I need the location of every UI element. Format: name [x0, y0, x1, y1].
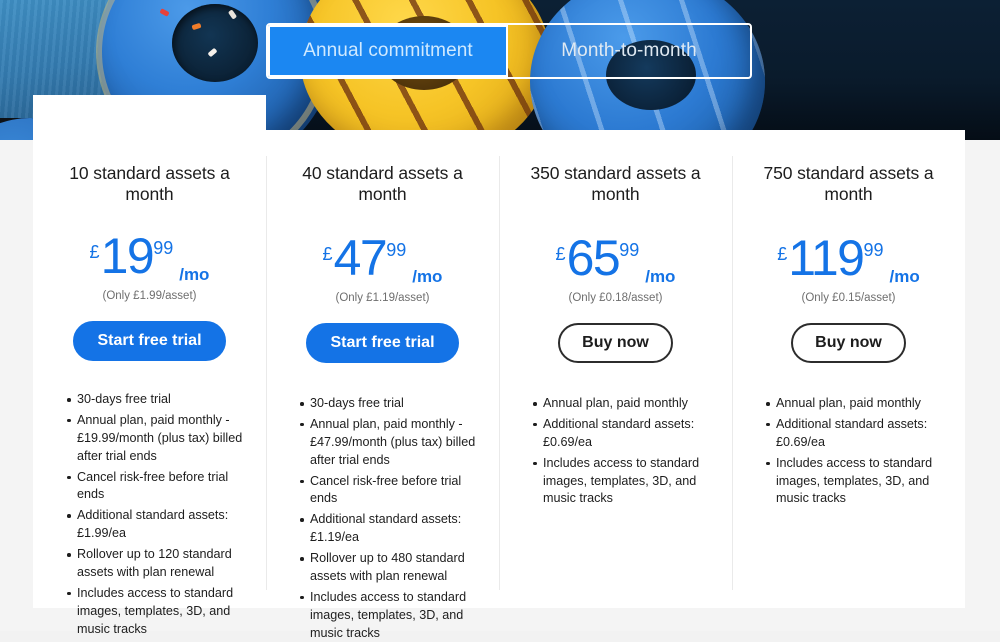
pricing-card: 10 standard assets a month £ 19 99 /mo (… — [33, 95, 266, 636]
pricing-cards: 10 standard assets a month £ 19 99 /mo (… — [33, 95, 1000, 640]
list-item: Rollover up to 120 standard assets with … — [67, 546, 248, 582]
list-item: Additional standard assets: £0.69/ea — [533, 416, 714, 452]
list-item: Additional standard assets: £1.19/ea — [300, 511, 481, 547]
price-amount: 19 — [100, 228, 155, 284]
list-item: Annual plan, paid monthly - £47.99/month… — [300, 416, 481, 470]
pricing-page: Annual commitment Month-to-month 10 stan… — [0, 0, 1000, 640]
currency-symbol: £ — [322, 244, 333, 264]
price-cents: 99 — [386, 240, 407, 260]
feature-list: 30-days free trial Annual plan, paid mon… — [284, 395, 481, 642]
price-period: /mo — [645, 266, 676, 286]
plan-price: £ 47 99 /mo (Only £1.19/asset) — [284, 230, 481, 309]
list-item: Includes access to standard images, temp… — [300, 589, 481, 642]
price-period: /mo — [889, 266, 920, 286]
currency-symbol: £ — [555, 244, 566, 264]
plan-price: £ 19 99 /mo (Only £1.99/asset) — [51, 228, 248, 307]
price-amount: 47 — [333, 230, 388, 286]
currency-symbol: £ — [777, 244, 788, 264]
price-amount: 65 — [566, 230, 621, 286]
price-period: /mo — [179, 264, 210, 284]
plan-title: 10 standard assets a month — [69, 163, 230, 204]
price-per-asset-note: (Only £1.19/asset) — [335, 291, 430, 304]
currency-symbol: £ — [89, 242, 100, 262]
price-per-asset-note: (Only £0.18/asset) — [568, 291, 663, 304]
feature-list: 30-days free trial Annual plan, paid mon… — [51, 391, 248, 638]
tab-annual-commitment[interactable]: Annual commitment — [268, 25, 508, 77]
list-item: Cancel risk-free before trial ends — [300, 473, 481, 509]
buy-now-button[interactable]: Buy now — [791, 323, 906, 363]
price-per-asset-note: (Only £0.15/asset) — [801, 291, 896, 304]
pricing-card: 750 standard assets a month £ 119 99 /mo… — [732, 130, 965, 608]
start-free-trial-button[interactable]: Start free trial — [306, 323, 459, 363]
list-item: Cancel risk-free before trial ends — [67, 469, 248, 505]
price-period: /mo — [412, 266, 443, 286]
list-item: Includes access to standard images, temp… — [67, 585, 248, 639]
tab-month-to-month[interactable]: Month-to-month — [508, 25, 750, 77]
list-item: Annual plan, paid monthly - £19.99/month… — [67, 412, 248, 466]
list-item: Includes access to standard images, temp… — [533, 455, 714, 509]
feature-list: Annual plan, paid monthly Additional sta… — [517, 395, 714, 508]
list-item: Rollover up to 480 standard assets with … — [300, 550, 481, 586]
list-item: Additional standard assets: £1.99/ea — [67, 507, 248, 543]
price-amount: 119 — [788, 230, 865, 286]
list-item: Includes access to standard images, temp… — [766, 455, 947, 509]
list-item: Additional standard assets: £0.69/ea — [766, 416, 947, 452]
plan-title: 40 standard assets a month — [302, 163, 463, 204]
list-item: Annual plan, paid monthly — [766, 395, 947, 413]
buy-now-button[interactable]: Buy now — [558, 323, 673, 363]
list-item: Annual plan, paid monthly — [533, 395, 714, 413]
price-cents: 99 — [863, 240, 884, 260]
plan-title: 350 standard assets a month — [530, 163, 701, 204]
plan-price: £ 119 99 /mo (Only £0.15/asset) — [750, 230, 947, 309]
plan-price: £ 65 99 /mo (Only £0.18/asset) — [517, 230, 714, 309]
price-per-asset-note: (Only £1.99/asset) — [102, 289, 197, 302]
list-item: 30-days free trial — [67, 391, 248, 409]
price-cents: 99 — [619, 240, 640, 260]
start-free-trial-button[interactable]: Start free trial — [73, 321, 226, 361]
list-item: 30-days free trial — [300, 395, 481, 413]
billing-period-toggle[interactable]: Annual commitment Month-to-month — [266, 23, 752, 79]
price-cents: 99 — [153, 238, 174, 258]
pricing-card: 350 standard assets a month £ 65 99 /mo … — [499, 130, 732, 608]
plan-title: 750 standard assets a month — [763, 163, 934, 204]
feature-list: Annual plan, paid monthly Additional sta… — [750, 395, 947, 508]
pricing-card: 40 standard assets a month £ 47 99 /mo (… — [266, 130, 499, 640]
